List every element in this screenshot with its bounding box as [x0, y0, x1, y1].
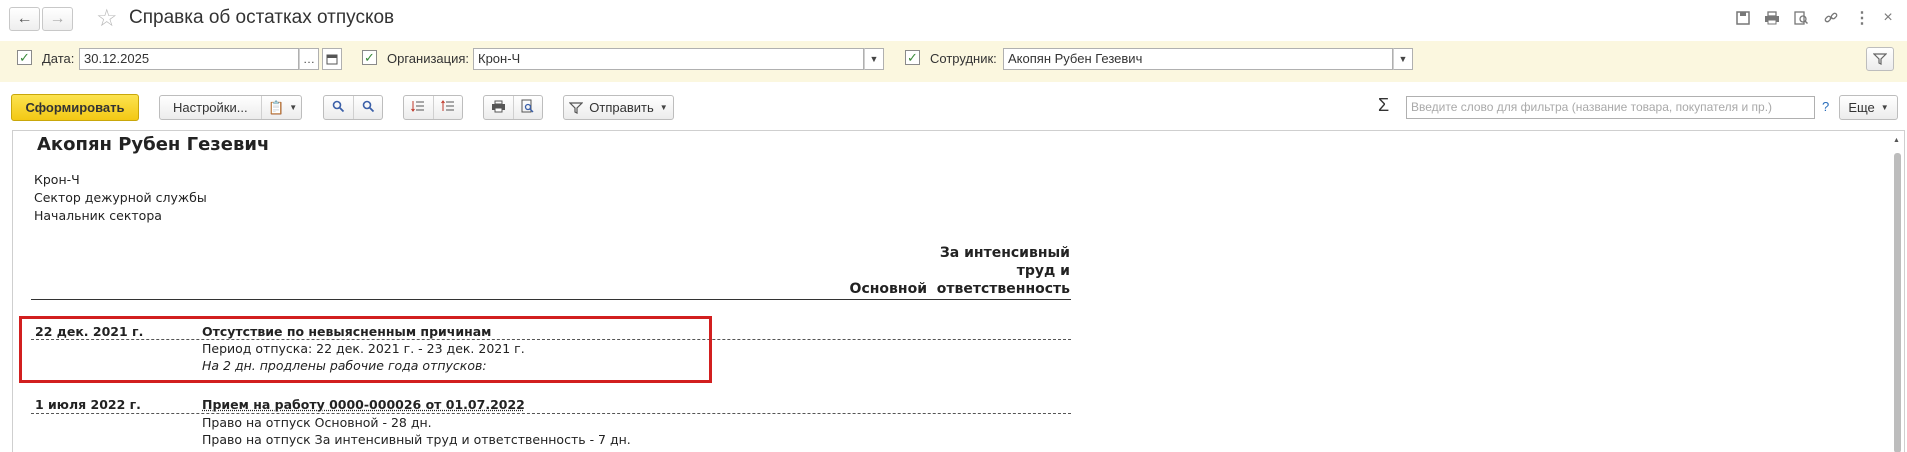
filter-button[interactable]	[1866, 47, 1894, 71]
link-icon[interactable]	[1822, 9, 1840, 27]
back-button[interactable]: ←	[9, 7, 40, 31]
arrow-left-icon: ←	[16, 10, 33, 27]
chevron-down-icon: ▼	[289, 103, 298, 112]
find-button[interactable]	[324, 100, 353, 116]
entry-divider	[31, 413, 1071, 414]
printer-icon	[491, 100, 505, 112]
date-clear-button[interactable]: …	[299, 48, 319, 70]
employee-checkbox[interactable]: ✓	[905, 50, 920, 65]
generate-button[interactable]: Сформировать	[11, 94, 139, 121]
collapse-all-button[interactable]	[434, 99, 463, 116]
favorite-star-icon[interactable]: ☆	[96, 4, 118, 33]
employee-label: Сотрудник:	[930, 51, 997, 66]
print-preview-button[interactable]	[514, 99, 543, 116]
clipboard-icon: 📋	[268, 99, 285, 115]
expand-all-button[interactable]	[404, 100, 433, 116]
highlight-box	[19, 316, 712, 383]
date-field[interactable]: 30.12.2025	[79, 48, 299, 70]
chevron-down-icon: ▼	[1880, 103, 1889, 112]
column-header-main: Основной	[849, 281, 927, 297]
employee-dropdown-button[interactable]: ▼	[1393, 48, 1413, 70]
search-next-icon	[362, 100, 374, 112]
column-header-intensive-2: труд и	[1016, 263, 1070, 279]
window-title: Справка об остатках отпусков	[129, 7, 395, 28]
date-label: Дата:	[42, 51, 75, 66]
expand-list-icon	[411, 100, 425, 112]
calendar-button[interactable]	[322, 48, 342, 70]
org-dropdown-button[interactable]: ▼	[864, 48, 884, 70]
preview-icon[interactable]	[1792, 9, 1810, 27]
org-checkbox[interactable]: ✓	[362, 50, 377, 65]
forward-button[interactable]: →	[42, 7, 73, 31]
chevron-down-icon: ▼	[869, 54, 879, 64]
entry-date: 1 июля 2022 г.	[35, 397, 141, 412]
funnel-icon	[569, 101, 584, 114]
report-document[interactable]: Акопян Рубен Гезевич Крон-Ч Сектор дежур…	[12, 130, 1905, 452]
column-header-intensive-1: За интенсивный	[939, 245, 1070, 261]
find-next-button[interactable]	[354, 100, 383, 116]
department-text: Сектор дежурной службы	[34, 190, 207, 205]
entry-title[interactable]: Прием на работу 0000-000026 от 01.07.202…	[202, 397, 525, 412]
scroll-up-arrow[interactable]: ▲	[1893, 137, 1900, 144]
chevron-down-icon: ▼	[1398, 54, 1408, 64]
collapse-list-icon	[440, 99, 454, 111]
settings-label: Настройки...	[173, 100, 248, 115]
org-field[interactable]: Крон-Ч	[473, 48, 864, 70]
sum-button[interactable]: Σ	[1378, 95, 1389, 116]
org-label: Организация:	[387, 51, 470, 66]
close-icon[interactable]: ×	[1879, 9, 1897, 27]
more-button[interactable]: Еще ▼	[1839, 95, 1898, 120]
more-vert-icon[interactable]: ⋮	[1853, 9, 1871, 27]
employee-heading: Акопян Рубен Гезевич	[37, 134, 270, 155]
column-header-intensive-3: ответственность	[936, 281, 1070, 297]
group-toggle	[403, 95, 463, 120]
search-icon	[332, 100, 344, 112]
search-toggle-group	[323, 95, 383, 120]
scrollbar-thumb[interactable]	[1894, 153, 1901, 452]
search-input[interactable]: Введите слово для фильтра (название това…	[1406, 96, 1815, 119]
header-divider	[31, 299, 1071, 300]
help-link[interactable]: ?	[1822, 99, 1829, 114]
chevron-down-icon: ▼	[659, 103, 668, 112]
arrow-right-icon: →	[49, 10, 66, 27]
entry-right-main: Право на отпуск Основной - 28 дн.	[202, 415, 432, 430]
print-group	[483, 95, 543, 120]
date-checkbox[interactable]: ✓	[17, 50, 32, 65]
send-button[interactable]: Отправить ▼	[563, 95, 674, 120]
calendar-icon	[326, 54, 338, 65]
employee-field[interactable]: Акопян Рубен Гезевич	[1003, 48, 1393, 70]
entry-right-intensive: Право на отпуск За интенсивный труд и от…	[202, 432, 631, 447]
send-label: Отправить	[589, 100, 654, 115]
print-button[interactable]	[484, 100, 513, 116]
dots-icon: …	[303, 52, 315, 66]
vertical-scrollbar[interactable]: ▲	[1890, 131, 1904, 452]
more-label: Еще	[1848, 100, 1875, 115]
settings-button[interactable]: Настройки... 📋 ▼	[159, 95, 302, 120]
position-text: Начальник сектора	[34, 208, 162, 223]
preview-icon	[521, 99, 534, 113]
save-icon[interactable]	[1734, 9, 1752, 27]
funnel-icon	[1873, 53, 1887, 65]
print-icon[interactable]	[1763, 9, 1781, 27]
organization-text: Крон-Ч	[34, 172, 80, 187]
